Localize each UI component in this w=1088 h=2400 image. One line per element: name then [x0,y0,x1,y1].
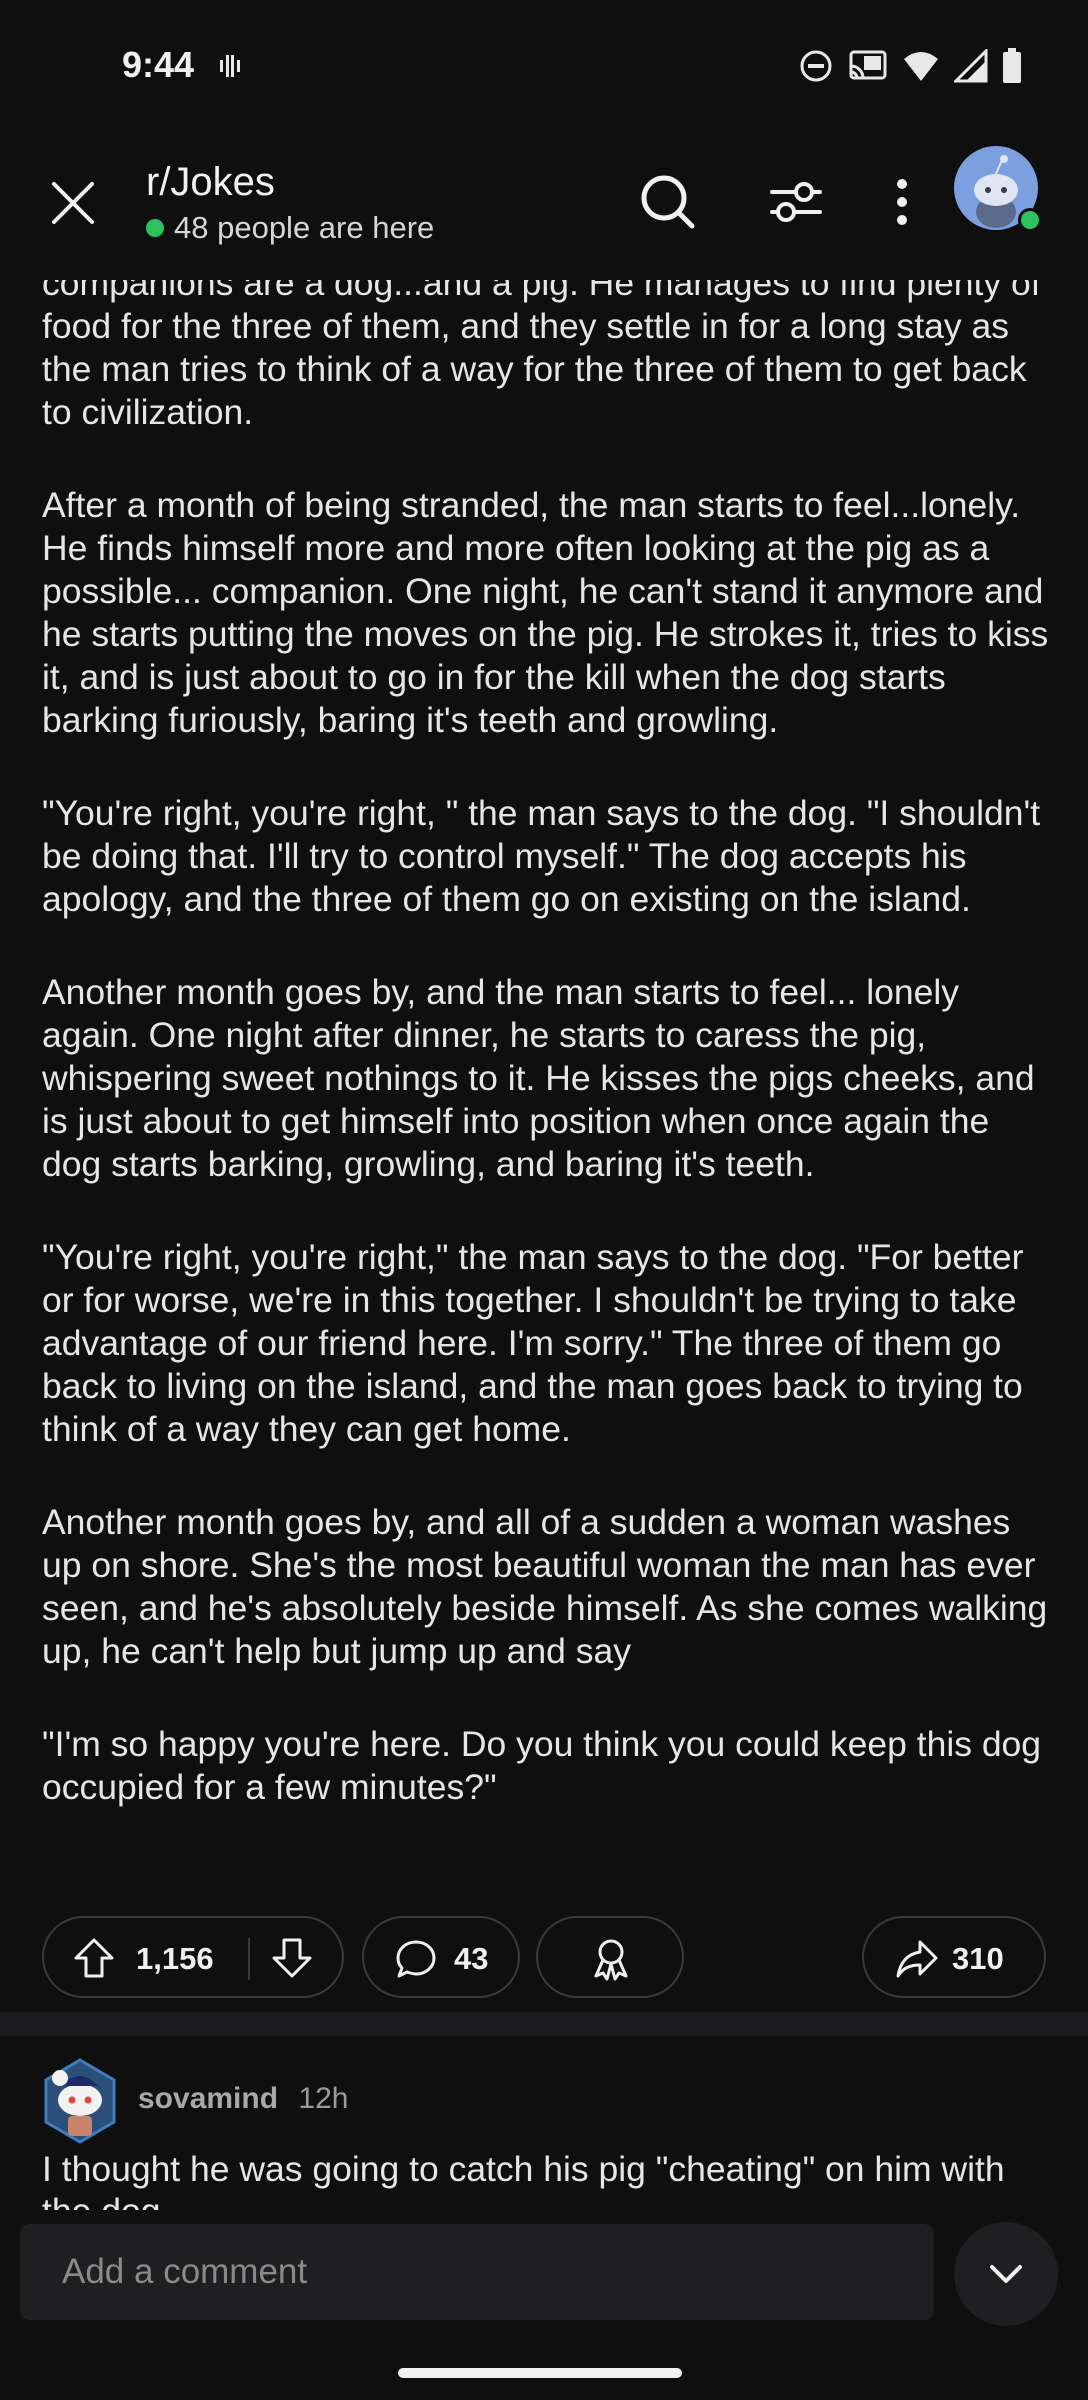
wifi-icon [904,52,938,81]
online-status: 48 people are here [146,210,434,246]
add-comment-input[interactable] [20,2224,934,2320]
online-count-text: 48 people are here [174,210,435,245]
upvote-icon[interactable] [72,1936,116,1980]
post-paragraph: "You're right, you're right, " the man s… [42,793,1051,919]
post-paragraph: "You're right, you're right," the man sa… [42,1237,1034,1449]
award-icon [594,1939,628,1981]
post-paragraph: companions are a dog...and a pig. He man… [42,263,1051,432]
user-avatar[interactable] [954,146,1042,232]
share-button[interactable]: 310 [862,1916,1046,1998]
downvote-icon[interactable] [270,1936,314,1980]
post-paragraph: Another month goes by, and the man start… [42,972,1045,1184]
scroll-down-button[interactable] [954,2222,1058,2326]
vibrate-icon [220,55,240,77]
filter-icon[interactable] [764,170,828,234]
subreddit-name[interactable]: r/Jokes [146,160,275,205]
vote-divider [248,1938,250,1980]
signal-icon [954,49,988,83]
post-paragraph: After a month of being stranded, the man… [42,485,1059,740]
status-icons [798,48,1022,84]
commenter-avatar-icon[interactable] [40,2056,120,2146]
status-time: 9:44 [122,44,195,85]
more-icon[interactable] [870,170,934,234]
avatar-online-dot-icon [1018,208,1042,232]
do-not-disturb-icon [800,50,832,82]
comment-composer-bar [0,2210,1088,2400]
cast-icon [849,50,887,80]
comment-username[interactable]: sovamind [138,2082,278,2115]
search-icon[interactable] [636,170,700,234]
comment-text: I thought he was going to catch his pig … [42,2149,1005,2216]
online-dot-icon [146,219,164,237]
app-header: r/Jokes 48 people are here [0,130,1088,280]
comments-button[interactable]: 43 [362,1916,520,1998]
close-icon[interactable] [44,174,102,232]
comment-item[interactable]: sovamind 12h I thought he was going to c… [0,2036,1088,2216]
status-bar: 9:44 [0,0,1088,130]
post-paragraph: "I'm so happy you're here. Do you think … [42,1724,1051,1807]
share-count: 310 [952,1941,1004,1976]
share-arrow-icon [896,1940,938,1978]
comment-count: 43 [454,1941,489,1976]
section-divider [0,2012,1088,2036]
vote-pill: 1,156 [42,1916,344,1998]
comment-meta: sovamind 12h [138,2082,348,2116]
vote-count: 1,156 [136,1941,214,1976]
comment-bubble-icon [396,1940,436,1978]
post-paragraph: Another month goes by, and all of a sudd… [42,1502,1058,1671]
post-action-bar: 1,156 43 310 [42,1916,1046,2000]
chevron-down-icon [990,2265,1022,2283]
home-indicator[interactable] [398,2368,682,2378]
award-button[interactable] [536,1916,684,1998]
post-body: companions are a dog...and a pig. He man… [42,262,1052,1859]
comment-age: 12h [298,2082,349,2115]
battery-icon [1003,48,1021,83]
